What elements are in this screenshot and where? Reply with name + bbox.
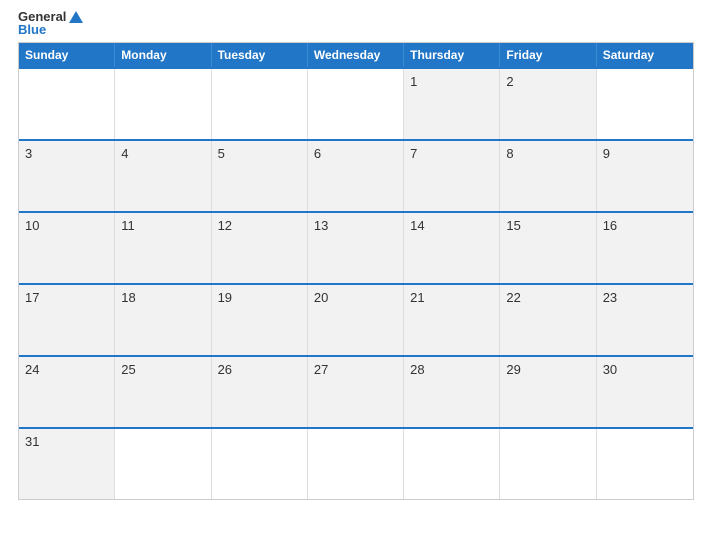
top-bar: General Blue xyxy=(18,10,694,38)
calendar-day-3: 3 xyxy=(19,141,115,211)
day-number: 31 xyxy=(25,434,39,449)
day-number: 6 xyxy=(314,146,321,161)
day-header-thursday: Thursday xyxy=(404,43,500,67)
calendar-day-6: 6 xyxy=(308,141,404,211)
logo-triangle-icon xyxy=(69,11,83,23)
calendar-day-8: 8 xyxy=(500,141,596,211)
day-number: 25 xyxy=(121,362,135,377)
logo: General Blue xyxy=(18,10,83,38)
day-number: 24 xyxy=(25,362,39,377)
day-number: 9 xyxy=(603,146,610,161)
calendar-empty-cell xyxy=(115,429,211,499)
calendar-day-16: 16 xyxy=(597,213,693,283)
calendar: SundayMondayTuesdayWednesdayThursdayFrid… xyxy=(18,42,694,500)
calendar-empty-cell xyxy=(308,69,404,139)
day-number: 29 xyxy=(506,362,520,377)
calendar-header: SundayMondayTuesdayWednesdayThursdayFrid… xyxy=(19,43,693,67)
calendar-empty-cell xyxy=(19,69,115,139)
day-header-monday: Monday xyxy=(115,43,211,67)
day-number: 4 xyxy=(121,146,128,161)
calendar-day-24: 24 xyxy=(19,357,115,427)
calendar-day-14: 14 xyxy=(404,213,500,283)
day-number: 18 xyxy=(121,290,135,305)
calendar-day-17: 17 xyxy=(19,285,115,355)
calendar-day-26: 26 xyxy=(212,357,308,427)
day-number: 23 xyxy=(603,290,617,305)
calendar-day-10: 10 xyxy=(19,213,115,283)
calendar-day-5: 5 xyxy=(212,141,308,211)
calendar-day-28: 28 xyxy=(404,357,500,427)
calendar-day-31: 31 xyxy=(19,429,115,499)
calendar-day-20: 20 xyxy=(308,285,404,355)
day-number: 17 xyxy=(25,290,39,305)
day-number: 8 xyxy=(506,146,513,161)
day-number: 12 xyxy=(218,218,232,233)
calendar-empty-cell xyxy=(404,429,500,499)
day-number: 20 xyxy=(314,290,328,305)
calendar-day-23: 23 xyxy=(597,285,693,355)
calendar-week-4: 17 18 19 20 21 22 23 xyxy=(19,283,693,355)
day-header-sunday: Sunday xyxy=(19,43,115,67)
day-number: 26 xyxy=(218,362,232,377)
day-header-wednesday: Wednesday xyxy=(308,43,404,67)
day-number: 15 xyxy=(506,218,520,233)
calendar-day-19: 19 xyxy=(212,285,308,355)
day-number: 5 xyxy=(218,146,225,161)
calendar-week-2: 3 4 5 6 7 8 9 xyxy=(19,139,693,211)
calendar-day-25: 25 xyxy=(115,357,211,427)
day-number: 13 xyxy=(314,218,328,233)
calendar-day-11: 11 xyxy=(115,213,211,283)
day-number: 28 xyxy=(410,362,424,377)
day-number: 2 xyxy=(506,74,513,89)
calendar-day-22: 22 xyxy=(500,285,596,355)
day-number: 10 xyxy=(25,218,39,233)
day-number: 22 xyxy=(506,290,520,305)
calendar-day-27: 27 xyxy=(308,357,404,427)
calendar-day-2: 2 xyxy=(500,69,596,139)
calendar-day-15: 15 xyxy=(500,213,596,283)
day-header-tuesday: Tuesday xyxy=(212,43,308,67)
calendar-empty-cell xyxy=(597,429,693,499)
calendar-day-21: 21 xyxy=(404,285,500,355)
calendar-day-13: 13 xyxy=(308,213,404,283)
calendar-empty-cell xyxy=(500,429,596,499)
logo-blue-text: Blue xyxy=(18,23,83,37)
calendar-day-30: 30 xyxy=(597,357,693,427)
day-number: 30 xyxy=(603,362,617,377)
day-number: 14 xyxy=(410,218,424,233)
day-header-saturday: Saturday xyxy=(597,43,693,67)
day-number: 3 xyxy=(25,146,32,161)
calendar-body: 1234567891011121314151617181920212223242… xyxy=(19,67,693,499)
calendar-week-3: 10 11 12 13 14 15 16 xyxy=(19,211,693,283)
calendar-day-4: 4 xyxy=(115,141,211,211)
calendar-day-18: 18 xyxy=(115,285,211,355)
calendar-week-5: 24 25 26 27 28 29 30 xyxy=(19,355,693,427)
calendar-empty-cell xyxy=(115,69,211,139)
day-header-friday: Friday xyxy=(500,43,596,67)
calendar-day-7: 7 xyxy=(404,141,500,211)
calendar-empty-cell xyxy=(308,429,404,499)
calendar-empty-cell xyxy=(597,69,693,139)
day-number: 19 xyxy=(218,290,232,305)
calendar-day-29: 29 xyxy=(500,357,596,427)
day-number: 21 xyxy=(410,290,424,305)
calendar-empty-cell xyxy=(212,429,308,499)
day-number: 27 xyxy=(314,362,328,377)
day-number: 11 xyxy=(121,218,135,233)
calendar-day-9: 9 xyxy=(597,141,693,211)
day-number: 1 xyxy=(410,74,417,89)
calendar-empty-cell xyxy=(212,69,308,139)
calendar-week-1: 12 xyxy=(19,67,693,139)
calendar-day-1: 1 xyxy=(404,69,500,139)
day-number: 7 xyxy=(410,146,417,161)
calendar-week-6: 31 xyxy=(19,427,693,499)
day-number: 16 xyxy=(603,218,617,233)
calendar-day-12: 12 xyxy=(212,213,308,283)
